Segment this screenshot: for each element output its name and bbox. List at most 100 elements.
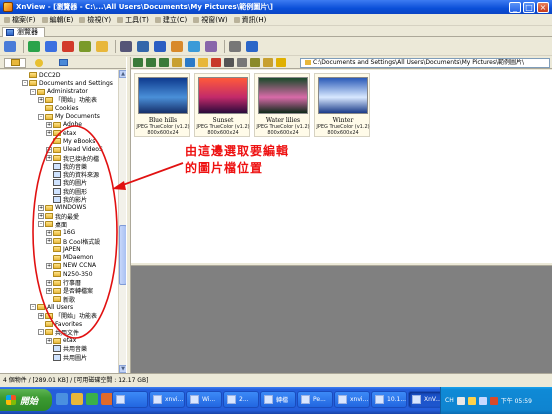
thumbnail-image[interactable] bbox=[258, 77, 308, 114]
tree-item[interactable]: 共用圖片 bbox=[46, 353, 87, 362]
filter-button[interactable] bbox=[78, 40, 92, 54]
taskbar-button[interactable]: Wi... bbox=[186, 391, 222, 408]
thumbnail-image[interactable] bbox=[318, 77, 368, 114]
tree-item[interactable]: + 我的最愛 bbox=[38, 212, 79, 221]
tree-item[interactable]: 新歌 bbox=[46, 295, 75, 304]
tab-browser[interactable]: 瀏覽器 bbox=[2, 27, 45, 37]
tree-item[interactable]: - 共用文件 bbox=[38, 328, 79, 337]
tree-item[interactable]: +16G bbox=[46, 229, 75, 237]
tree-item[interactable]: 我的圖形 bbox=[46, 187, 87, 196]
expand-toggle[interactable]: + bbox=[38, 204, 44, 211]
slideshow-button[interactable] bbox=[170, 40, 184, 54]
tree-item[interactable]: + 行事曆 bbox=[46, 279, 81, 287]
menu-view[interactable]: 檢視(Y) bbox=[77, 15, 115, 25]
tray-network-icon[interactable] bbox=[467, 396, 476, 405]
thumbnail-image[interactable] bbox=[138, 77, 188, 114]
scanner-button[interactable] bbox=[136, 40, 150, 54]
tree-item[interactable]: MDaemon bbox=[46, 254, 93, 262]
delete-icon[interactable] bbox=[211, 58, 221, 67]
tag-icon[interactable] bbox=[263, 58, 273, 67]
quick-launch-icon[interactable] bbox=[56, 393, 68, 405]
refresh-icon[interactable] bbox=[185, 58, 195, 67]
quick-launch-icon[interactable] bbox=[71, 393, 83, 405]
tree-item[interactable]: + 我已接收的檔 bbox=[46, 154, 99, 163]
tree-item[interactable]: + Adobe bbox=[46, 121, 82, 129]
minimize-button[interactable]: _ bbox=[509, 1, 521, 13]
maximize-button[interactable]: □ bbox=[523, 1, 535, 13]
taskbar-button[interactable]: 10.1... bbox=[371, 391, 407, 408]
new-folder-icon[interactable] bbox=[198, 58, 208, 67]
capture-button[interactable] bbox=[187, 40, 201, 54]
tree-item[interactable]: + etax bbox=[46, 129, 76, 137]
help-button[interactable] bbox=[245, 40, 259, 54]
expand-toggle[interactable]: + bbox=[46, 262, 52, 269]
tree-item[interactable]: Favorites bbox=[38, 320, 82, 328]
categories-tab[interactable] bbox=[52, 58, 74, 68]
view-mode-icon[interactable] bbox=[224, 58, 234, 67]
taskbar-button[interactable]: 轉檔 bbox=[260, 391, 296, 408]
settings-button[interactable] bbox=[228, 40, 242, 54]
menu-edit[interactable]: 編輯(E) bbox=[40, 15, 78, 25]
xnview-app-icon[interactable] bbox=[3, 2, 13, 12]
start-button[interactable]: 開始 bbox=[0, 389, 52, 411]
tree-item[interactable]: 我的影片 bbox=[46, 196, 87, 204]
tree-item[interactable]: 我的資料來源 bbox=[46, 171, 99, 179]
menu-tools[interactable]: 工具(T) bbox=[115, 15, 153, 25]
menu-file[interactable]: 檔案(F) bbox=[2, 15, 40, 25]
thumbnail-item[interactable]: Blue hills JPEG TrueColor (v1.2) 800x600x2… bbox=[134, 73, 190, 137]
input-language[interactable]: CH bbox=[445, 397, 454, 404]
back-icon[interactable] bbox=[133, 58, 143, 67]
tree-item[interactable]: - Administrator bbox=[30, 88, 88, 96]
taskbar-button[interactable]: xnvi... bbox=[334, 391, 370, 408]
thumbnail-item[interactable]: Winter JPEG TrueColor (v1.2) 800x600x24 bbox=[314, 73, 370, 137]
expand-toggle[interactable]: + bbox=[46, 229, 52, 236]
preview-pane[interactable] bbox=[131, 266, 552, 373]
collapse-toggle[interactable]: - bbox=[38, 329, 44, 336]
thumbnail-image[interactable] bbox=[198, 77, 248, 114]
sort-icon[interactable] bbox=[237, 58, 247, 67]
forward-icon[interactable] bbox=[146, 58, 156, 67]
tree-item[interactable]: 我的音樂 bbox=[46, 162, 87, 171]
tree-item[interactable]: DCC2D bbox=[22, 71, 60, 79]
expand-toggle[interactable]: + bbox=[46, 287, 52, 294]
collapse-toggle[interactable]: - bbox=[30, 304, 36, 311]
tree-item[interactable]: - All Users bbox=[30, 303, 73, 311]
collapse-toggle[interactable]: - bbox=[22, 80, 28, 87]
expand-toggle[interactable]: + bbox=[46, 155, 52, 161]
tree-item[interactable]: + 「開始」功能表 bbox=[38, 96, 97, 104]
collapse-toggle[interactable]: - bbox=[38, 221, 44, 228]
expand-toggle[interactable]: + bbox=[46, 130, 52, 137]
address-bar[interactable]: C:\Documents and Settings\All Users\Docu… bbox=[300, 58, 550, 68]
expand-toggle[interactable]: + bbox=[38, 312, 44, 319]
thumbnail-item[interactable]: Water lilies JPEG TrueColor (v1.2) 800x600… bbox=[254, 73, 310, 137]
expand-toggle[interactable]: + bbox=[38, 213, 44, 220]
collapse-toggle[interactable]: - bbox=[38, 113, 44, 120]
tree-item[interactable]: + Ulead VideoS bbox=[46, 146, 103, 154]
expand-toggle[interactable]: + bbox=[46, 238, 52, 244]
close-button[interactable]: × bbox=[537, 1, 549, 13]
expand-toggle[interactable]: + bbox=[46, 337, 52, 344]
taskbar-button[interactable]: xnvi... bbox=[149, 391, 185, 408]
thumbnail-item[interactable]: Sunset JPEG TrueColor (v1.2) 800x600x24 bbox=[194, 73, 250, 137]
tree-item[interactable]: - My Documents bbox=[38, 113, 100, 121]
tree-item[interactable]: + 「開始」功能表 bbox=[38, 312, 97, 320]
tree-item[interactable]: - Documents and Settings bbox=[22, 79, 113, 87]
star-icon[interactable] bbox=[276, 58, 286, 67]
expand-toggle[interactable]: + bbox=[46, 146, 52, 153]
taskbar-button[interactable]: 2... bbox=[223, 391, 259, 408]
tree-item[interactable]: JAPEN bbox=[46, 245, 81, 253]
tree-item[interactable]: My eBooks bbox=[46, 137, 95, 145]
home-icon[interactable] bbox=[172, 58, 182, 67]
menu-create[interactable]: 建立(C) bbox=[153, 15, 191, 25]
expand-toggle[interactable]: + bbox=[46, 279, 52, 286]
refresh-button[interactable] bbox=[27, 40, 41, 54]
tree-item[interactable]: - 桌面 bbox=[38, 220, 67, 229]
fullscreen-button[interactable] bbox=[44, 40, 58, 54]
tree-item[interactable]: + 是否轉檔案 bbox=[46, 287, 93, 295]
tree-item[interactable]: N250-350 bbox=[46, 270, 93, 278]
clock[interactable]: 下午 05:59 bbox=[501, 396, 532, 405]
taskbar-button[interactable]: Pe... bbox=[297, 391, 333, 408]
folders-tab[interactable] bbox=[4, 57, 26, 68]
tree-item[interactable]: 我的圖片 bbox=[46, 179, 87, 187]
convert-button[interactable] bbox=[204, 40, 218, 54]
